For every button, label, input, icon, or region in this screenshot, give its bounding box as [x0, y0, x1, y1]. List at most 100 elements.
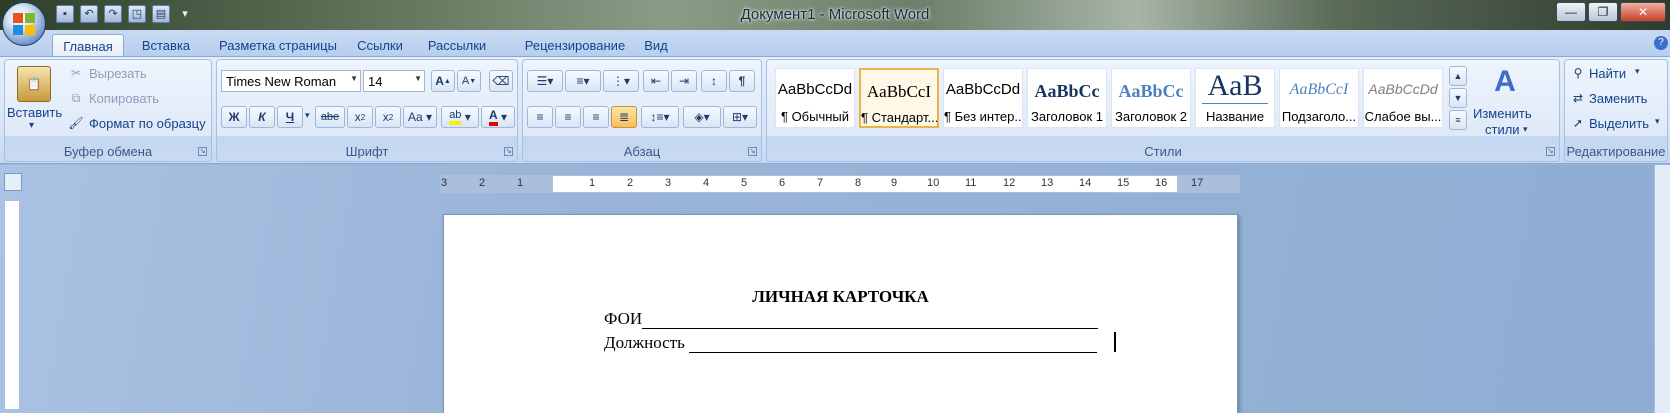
ruler-tick: 3 [441, 177, 448, 189]
ruler-tick: 16 [1155, 177, 1168, 189]
paste-dropdown-icon[interactable]: ▾ [29, 120, 34, 131]
change-styles-label-2[interactable]: стили [1485, 122, 1520, 137]
align-right-icon[interactable]: ≡ [583, 106, 609, 128]
style-name: ¶ Обычный [780, 109, 850, 124]
numbering-icon[interactable]: ≡▾ [565, 70, 601, 92]
format-painter-icon[interactable]: 🖌 [68, 116, 83, 130]
office-button[interactable] [2, 2, 46, 46]
tab-mailings[interactable]: Рассылки [420, 34, 494, 57]
highlight-button[interactable]: ab ▾ [441, 106, 479, 128]
change-styles-dropdown-icon[interactable]: ▾ [1523, 124, 1528, 135]
style-normal[interactable]: AaBbCcDd ¶ Обычный [775, 68, 855, 128]
select-dropdown-icon[interactable]: ▾ [1655, 116, 1660, 127]
horizontal-ruler[interactable]: 3 2 1 1 2 3 4 5 6 7 8 9 10 11 12 13 14 1… [440, 175, 1240, 193]
replace-button[interactable]: Заменить [1589, 91, 1647, 106]
minimize-icon[interactable]: — [1556, 2, 1586, 22]
font-color-button[interactable]: A ▾ [481, 106, 515, 128]
font-name-combo[interactable]: Times New Roman ▼ [221, 70, 361, 92]
change-styles-label-1[interactable]: Изменить [1473, 106, 1532, 121]
grow-font-button[interactable]: A ▲ [431, 70, 455, 92]
paste-label[interactable]: Вставить [7, 105, 62, 120]
format-painter-button[interactable]: Формат по образцу [89, 116, 206, 131]
style-preview: AaBbCcDd [777, 81, 853, 98]
ruler-tick: 11 [965, 177, 977, 189]
replace-icon[interactable]: ⇄ [1571, 91, 1585, 105]
ruler-tick: 6 [779, 177, 786, 189]
ruler-tick: 8 [855, 177, 862, 189]
select-button[interactable]: Выделить [1589, 116, 1649, 131]
ruler-tick: 1 [589, 177, 596, 189]
editing-group-label: Редактирование [1566, 144, 1666, 159]
style-no-spacing[interactable]: AaBbCcDd ¶ Без интер... [943, 68, 1023, 128]
chevron-down-icon[interactable]: ▼ [350, 74, 358, 83]
font-launcher-icon[interactable]: ↘ [504, 147, 513, 156]
align-left-icon[interactable]: ≡ [527, 106, 553, 128]
borders-icon[interactable]: ⊞▾ [723, 106, 757, 128]
style-standard[interactable]: AaBbCcI ¶ Стандарт... [859, 68, 939, 128]
style-title[interactable]: AaB Название [1195, 68, 1275, 128]
paste-icon[interactable]: 📋 [17, 66, 51, 102]
maximize-icon[interactable]: ❐ [1588, 2, 1618, 22]
style-heading-1[interactable]: AaBbCc Заголовок 1 [1027, 68, 1107, 128]
tab-view[interactable]: Вид [636, 34, 676, 57]
italic-button[interactable]: К [249, 106, 275, 128]
decrease-indent-icon[interactable]: ⇤ [643, 70, 669, 92]
style-name: Слабое вы... [1364, 109, 1442, 124]
shading-icon[interactable]: ◈▾ [683, 106, 721, 128]
strikethrough-button[interactable]: abe [315, 106, 345, 128]
sort-icon[interactable]: ↕ [701, 70, 727, 92]
style-subtle-emphasis[interactable]: AaBbCcDd Слабое вы... [1363, 68, 1443, 128]
grow-font-label: A [435, 74, 444, 88]
change-case-button[interactable]: Aa ▾ [403, 106, 437, 128]
underline-dropdown-icon[interactable]: ▾ [305, 110, 310, 121]
tab-review[interactable]: Рецензирование [508, 34, 642, 57]
styles-scroll-up-icon[interactable]: ▲ [1449, 66, 1467, 86]
subscript-button[interactable]: x2 [347, 106, 373, 128]
tab-references[interactable]: Ссылки [352, 34, 408, 57]
shrink-font-label: A [461, 75, 470, 87]
bullets-icon[interactable]: ☰▾ [527, 70, 563, 92]
find-button[interactable]: Найти [1589, 66, 1626, 81]
clipboard-launcher-icon[interactable]: ↘ [198, 147, 207, 156]
style-name: ¶ Без интер... [944, 109, 1022, 124]
ruler-tick: 1 [517, 177, 524, 189]
styles-scroll-down-icon[interactable]: ▼ [1449, 88, 1467, 108]
style-preview: AaBbCcI [1289, 81, 1349, 98]
vertical-scrollbar[interactable] [1654, 165, 1670, 413]
underline-button[interactable]: Ч [277, 106, 303, 128]
styles-launcher-icon[interactable]: ↘ [1546, 147, 1555, 156]
style-heading-2[interactable]: AaBbCc Заголовок 2 [1111, 68, 1191, 128]
justify-icon[interactable]: ≣ [611, 106, 637, 128]
vertical-ruler[interactable] [4, 200, 20, 410]
clear-formatting-icon[interactable]: ⌫ [489, 70, 513, 92]
ribbon: 📋 Вставить ▾ ✂ Вырезать ⧉ Копировать 🖌 Ф… [0, 56, 1670, 164]
styles-more-icon[interactable]: ≡ [1449, 110, 1467, 130]
change-styles-icon[interactable]: A [1487, 64, 1523, 100]
clipboard-group: 📋 Вставить ▾ ✂ Вырезать ⧉ Копировать 🖌 Ф… [4, 59, 212, 162]
document-line-fio: ФОИ [604, 309, 1099, 329]
document-page[interactable]: ЛИЧНАЯ КАРТОЧКА ФОИ Должность [443, 214, 1238, 413]
binoculars-icon[interactable]: ⚲ [1571, 66, 1585, 80]
tab-stop-selector-icon[interactable] [4, 173, 22, 191]
superscript-button[interactable]: x2 [375, 106, 401, 128]
find-dropdown-icon[interactable]: ▾ [1635, 66, 1640, 77]
bold-button[interactable]: Ж [221, 106, 247, 128]
paragraph-launcher-icon[interactable]: ↘ [748, 147, 757, 156]
tab-insert[interactable]: Вставка [132, 34, 200, 57]
chevron-down-icon[interactable]: ▼ [414, 74, 422, 83]
font-group-label: Шрифт [345, 144, 389, 159]
multilevel-list-icon[interactable]: ⋮▾ [603, 70, 639, 92]
select-cursor-icon[interactable]: ➚ [1571, 116, 1585, 130]
tab-home[interactable]: Главная [52, 34, 124, 58]
increase-indent-icon[interactable]: ⇥ [671, 70, 697, 92]
close-icon[interactable]: ✕ [1620, 2, 1666, 22]
help-icon[interactable]: ? [1654, 36, 1668, 50]
tab-page-layout[interactable]: Разметка страницы [208, 34, 348, 57]
style-subtitle[interactable]: AaBbCcI Подзаголо... [1279, 68, 1359, 128]
line-spacing-icon[interactable]: ↕≡▾ [641, 106, 679, 128]
align-center-icon[interactable]: ≡ [555, 106, 581, 128]
font-size-combo[interactable]: 14 ▼ [363, 70, 425, 92]
ruler-tick: 9 [891, 177, 898, 189]
shrink-font-button[interactable]: A ▼ [457, 70, 481, 92]
show-marks-icon[interactable]: ¶ [729, 70, 755, 92]
